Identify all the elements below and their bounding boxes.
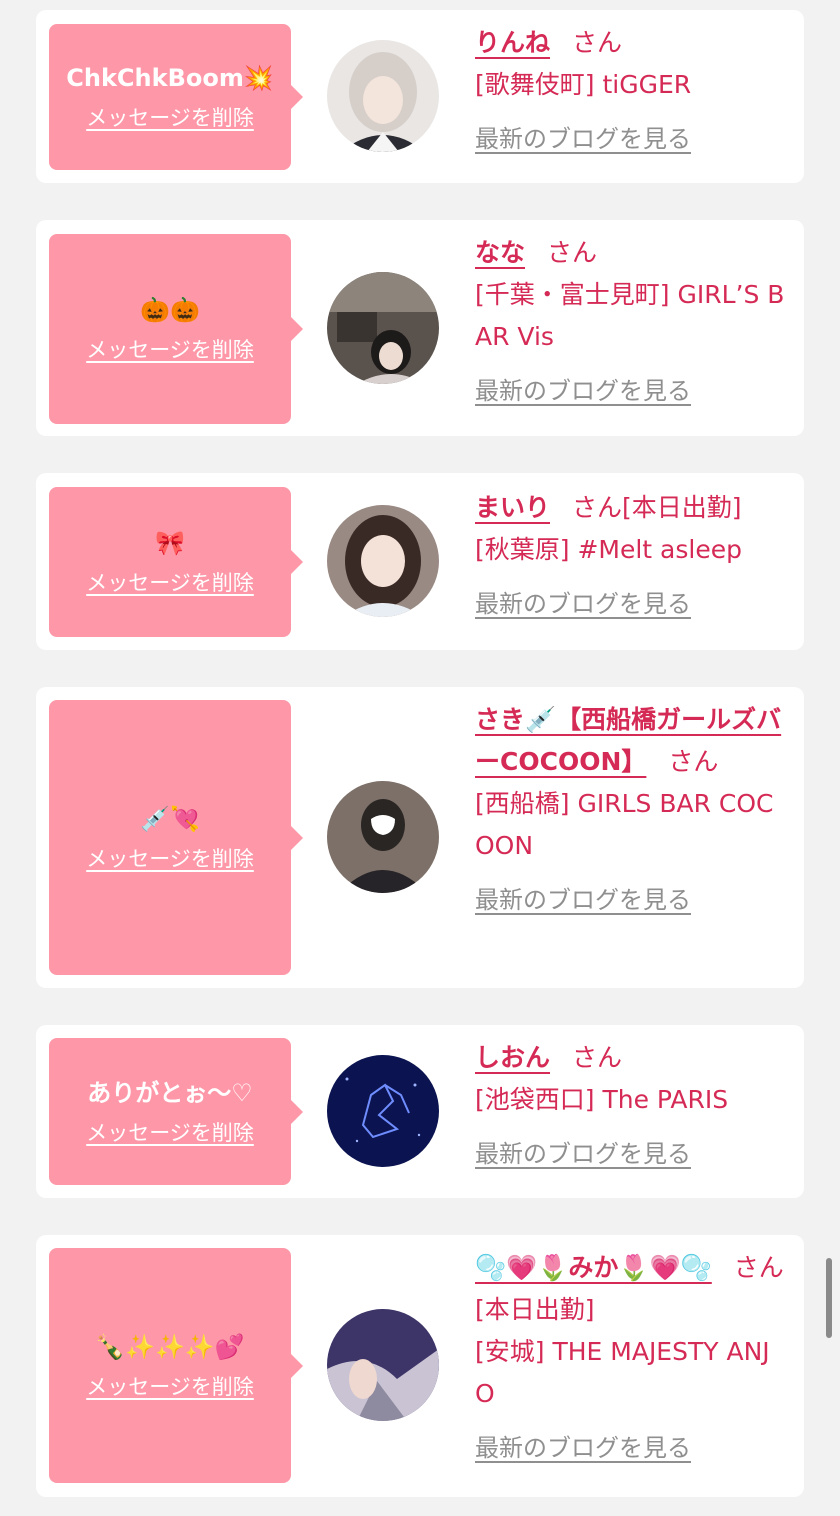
cast-info: 🫧💗🌷みか🌷💗🫧 さん [本日出勤] [安城] THE MAJESTY ANJO 最… <box>475 1247 785 1469</box>
message-text: ありがとぉ〜♡ <box>87 1078 253 1107</box>
cast-info: なな さん [千葉・富士見町] GIRL’S BAR Vis 最新のブログを見る <box>475 232 785 412</box>
delete-message-link[interactable]: メッセージを削除 <box>86 103 254 133</box>
message-card: ありがとぉ〜♡ メッセージを削除 しおん さん [池袋西口] The PARIS … <box>36 1025 804 1198</box>
cast-name-link[interactable]: 🫧💗🌷みか🌷💗🫧 <box>475 1253 712 1282</box>
honorific-label: さん <box>572 493 623 522</box>
cast-info: さき💉【西船橋ガールズバーCOCOON】 さん [西船橋] GIRLS BAR C… <box>475 699 785 921</box>
cast-name-link[interactable]: りんね <box>475 28 550 57</box>
cast-name-link[interactable]: なな <box>475 238 525 267</box>
cast-info: りんね さん [歌舞伎町] tiGGER 最新のブログを見る <box>475 22 785 160</box>
message-bubble: ChkChkBoom💥 メッセージを削除 <box>49 24 303 170</box>
honorific-label: さん <box>668 747 719 776</box>
cast-name-link[interactable]: さき💉【西船橋ガールズバーCOCOON】 <box>475 705 781 776</box>
shop-label: [西船橋] GIRLS BAR COCOON <box>475 789 774 860</box>
message-card: 💉💘 メッセージを削除 さき💉【西船橋ガールズバーCOCOON】 さん [西船橋]… <box>36 687 804 988</box>
delete-message-link[interactable]: メッセージを削除 <box>86 1118 254 1148</box>
cast-name-link[interactable]: まいり <box>475 493 550 522</box>
shop-label: [池袋西口] The PARIS <box>475 1085 729 1114</box>
message-card: 🎀 メッセージを削除 まいり さん[本日出勤] [秋葉原] #Melt aslee… <box>36 473 804 650</box>
avatar[interactable] <box>327 1055 439 1167</box>
avatar[interactable] <box>327 781 439 893</box>
avatar[interactable] <box>327 505 439 617</box>
message-text: 🎀 <box>155 529 185 557</box>
delete-message-link[interactable]: メッセージを削除 <box>86 1372 254 1402</box>
shop-label: [秋葉原] #Melt asleep <box>475 535 742 564</box>
message-text: 🎃🎃 <box>140 296 200 324</box>
message-bubble: ありがとぉ〜♡ メッセージを削除 <box>49 1038 303 1185</box>
cast-info: まいり さん[本日出勤] [秋葉原] #Melt asleep 最新のブログを見る <box>475 487 785 625</box>
message-card: 🎃🎃 メッセージを削除 なな さん [千葉・富士見町] GIRL’S BAR Vi… <box>36 220 804 436</box>
honorific-label: さん <box>547 238 598 267</box>
message-card: 🍾✨✨✨💕 メッセージを削除 🫧💗🌷みか🌷💗🫧 さん [本日出勤] [安城] THE… <box>36 1235 804 1497</box>
message-bubble: 🎃🎃 メッセージを削除 <box>49 234 303 424</box>
message-bubble: 🍾✨✨✨💕 メッセージを削除 <box>49 1248 303 1483</box>
delete-message-link[interactable]: メッセージを削除 <box>86 844 254 874</box>
shop-label: [歌舞伎町] tiGGER <box>475 70 692 99</box>
latest-blog-link[interactable]: 最新のブログを見る <box>475 118 785 160</box>
latest-blog-link[interactable]: 最新のブログを見る <box>475 1427 785 1469</box>
message-bubble: 💉💘 メッセージを削除 <box>49 700 303 975</box>
scrollbar[interactable] <box>826 1258 832 1338</box>
cast-name-link[interactable]: しおん <box>475 1043 550 1072</box>
shop-label: [安城] THE MAJESTY ANJO <box>475 1337 770 1408</box>
delete-message-link[interactable]: メッセージを削除 <box>86 568 254 598</box>
status-label: [本日出勤] <box>475 1295 595 1324</box>
cast-info: しおん さん [池袋西口] The PARIS 最新のブログを見る <box>475 1037 785 1175</box>
honorific-label: さん <box>572 28 623 57</box>
message-text: ChkChkBoom💥 <box>66 64 274 92</box>
message-card: ChkChkBoom💥 メッセージを削除 りんね さん [歌舞伎町] tiGGER… <box>36 10 804 183</box>
avatar[interactable] <box>327 40 439 152</box>
message-text: 💉💘 <box>140 804 200 833</box>
honorific-label: さん <box>572 1043 623 1072</box>
delete-message-link[interactable]: メッセージを削除 <box>86 335 254 365</box>
latest-blog-link[interactable]: 最新のブログを見る <box>475 583 785 625</box>
avatar[interactable] <box>327 272 439 384</box>
avatar[interactable] <box>327 1309 439 1421</box>
latest-blog-link[interactable]: 最新のブログを見る <box>475 370 785 412</box>
status-label: [本日出勤] <box>622 493 742 522</box>
message-text: 🍾✨✨✨💕 <box>95 1332 245 1361</box>
latest-blog-link[interactable]: 最新のブログを見る <box>475 1133 785 1175</box>
message-bubble: 🎀 メッセージを削除 <box>49 487 303 637</box>
shop-label: [千葉・富士見町] GIRL’S BAR Vis <box>475 280 785 351</box>
latest-blog-link[interactable]: 最新のブログを見る <box>475 879 785 921</box>
honorific-label: さん <box>733 1253 784 1282</box>
